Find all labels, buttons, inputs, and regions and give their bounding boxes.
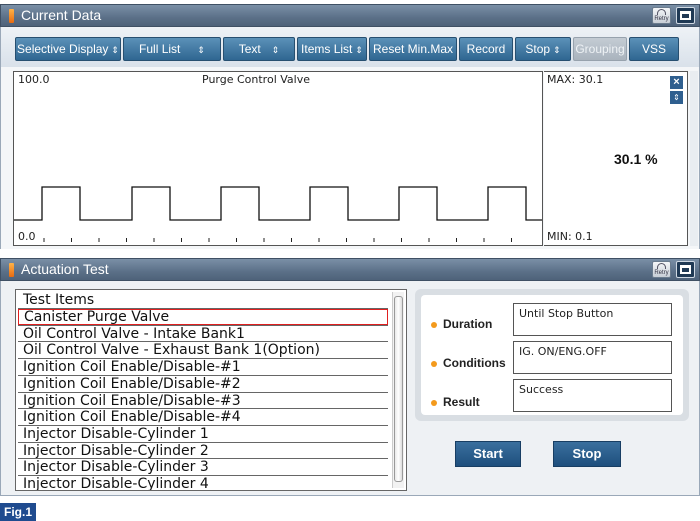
min-value-label: MIN: 0.1 (547, 230, 593, 243)
conditions-value: IG. ON/ENG.OFF (513, 341, 672, 374)
figure-label: Fig.1 (0, 503, 36, 521)
list-item[interactable]: Injector Disable-Cylinder 4 (18, 476, 388, 490)
actuation-test-body: Test Items Canister Purge Valve Oil Contr… (0, 281, 700, 496)
current-data-toolbar: Selective Display ⇕ Full List ⇕ Text ⇕ Item… (0, 27, 700, 67)
bullet-icon (431, 360, 437, 367)
list-item[interactable]: Oil Control Valve - Intake Bank1 (18, 326, 388, 342)
row-separator (18, 308, 388, 309)
maximize-icon[interactable] (676, 7, 695, 24)
conditions-label: Conditions (431, 356, 506, 370)
selective-display-dropdown[interactable]: Selective Display ⇕ (15, 37, 121, 61)
graph-title: Purge Control Valve (202, 73, 310, 86)
record-button[interactable]: Record (459, 37, 513, 61)
list-item[interactable]: Canister Purge Valve (18, 309, 388, 325)
list-scrollbar[interactable] (392, 292, 404, 488)
full-list-dropdown[interactable]: Full List ⇕ (123, 37, 221, 61)
y-max-label: 100.0 (18, 73, 50, 86)
list-item[interactable]: Ignition Coil Enable/Disable-#2 (18, 376, 388, 392)
sort-icon[interactable]: ⇕ (670, 91, 683, 104)
stop-button[interactable]: Stop (553, 441, 621, 467)
graph-area: 100.0 Purge Control Valve 0.0 MAX: 30.1 … (0, 67, 700, 249)
actuation-test-title: Actuation Test (21, 261, 109, 277)
list-item[interactable]: Injector Disable-Cylinder 3 (18, 459, 388, 475)
vss-button[interactable]: VSS (629, 37, 679, 61)
test-items-list: Test Items Canister Purge Valve Oil Contr… (15, 289, 407, 491)
duration-value: Until Stop Button (513, 303, 672, 336)
y-min-label: 0.0 (18, 230, 36, 243)
panel-marker-icon (9, 9, 14, 23)
graph-scrollbar[interactable] (690, 71, 698, 246)
max-value-label: MAX: 30.1 (547, 73, 604, 86)
purge-valve-graph: 100.0 Purge Control Valve 0.0 (13, 71, 543, 246)
maximize-icon[interactable] (676, 261, 695, 278)
list-scroll-thumb[interactable] (394, 296, 403, 482)
list-item[interactable]: Injector Disable-Cylinder 2 (18, 443, 388, 459)
actuation-test-title-bar: Actuation Test Retry (0, 258, 700, 281)
text-dropdown[interactable]: Text ⇕ (223, 37, 295, 61)
reset-minmax-button[interactable]: Reset Min.Max (369, 37, 457, 61)
retry-icon[interactable]: Retry (652, 261, 671, 278)
list-item[interactable]: Injector Disable-Cylinder 1 (18, 426, 388, 442)
list-item[interactable]: Oil Control Valve - Exhaust Bank 1(Optio… (18, 342, 388, 358)
items-list-dropdown[interactable]: Items List ⇕ (297, 37, 367, 61)
result-label: Result (431, 395, 480, 409)
current-data-title-bar: Current Data Retry (0, 4, 700, 27)
bullet-icon (431, 321, 437, 328)
list-header: Test Items (23, 292, 95, 308)
stop-dropdown[interactable]: Stop ⇕ (515, 37, 571, 61)
current-data-title: Current Data (21, 7, 102, 23)
duration-label: Duration (431, 317, 492, 331)
signal-trace (14, 186, 542, 221)
start-button[interactable]: Start (455, 441, 521, 467)
test-info-panel: Duration Until Stop Button Conditions IG… (415, 289, 689, 421)
list-item[interactable]: Ignition Coil Enable/Disable-#4 (18, 409, 388, 425)
graph-side-panel: MAX: 30.1 × ⇕ 30.1 % MIN: 0.1 (544, 71, 688, 246)
result-value: Success (513, 379, 672, 412)
grouping-button[interactable]: Grouping (573, 37, 627, 61)
retry-icon[interactable]: Retry (652, 7, 671, 24)
list-item[interactable]: Ignition Coil Enable/Disable-#3 (18, 393, 388, 409)
x-axis-ticks (43, 238, 512, 242)
graph-plot (14, 186, 542, 242)
close-icon[interactable]: × (670, 76, 683, 89)
bullet-icon (431, 399, 437, 406)
current-value: 30.1 % (614, 151, 658, 167)
panel-marker-icon (9, 263, 14, 277)
list-item[interactable]: Ignition Coil Enable/Disable-#1 (18, 359, 388, 375)
